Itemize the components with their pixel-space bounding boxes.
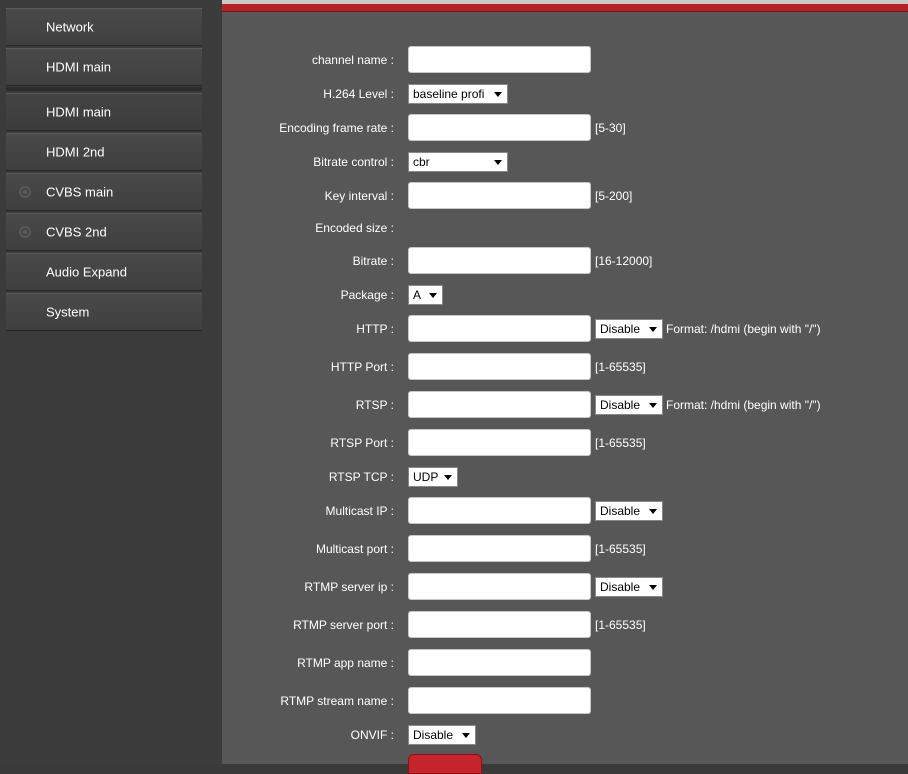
package-value: A: [413, 288, 422, 302]
rtmp-server-port-input[interactable]: [408, 611, 591, 638]
settings-panel: channel name : H.264 Level : baseline pr…: [222, 0, 908, 774]
h264-level-value: baseline profi: [413, 87, 485, 101]
rtsp-path-input[interactable]: [408, 391, 591, 418]
bitrate-input[interactable]: [408, 247, 591, 274]
sidebar-item-audio-expand[interactable]: Audio Expand: [6, 253, 202, 291]
onvif-value: Disable: [413, 728, 454, 742]
rtmp-server-ip-label: RTMP server ip :: [304, 580, 394, 594]
chevron-down-icon: [429, 293, 437, 298]
key-interval-label: Key interval :: [324, 189, 394, 203]
http-port-hint: [1-65535]: [595, 360, 646, 374]
bitrate-hint: [16-12000]: [595, 254, 653, 268]
chevron-down-icon: [649, 585, 657, 590]
multicast-enable-value: Disable: [600, 504, 641, 518]
rtmp-server-port-hint: [1-65535]: [595, 618, 646, 632]
onvif-select[interactable]: Disable: [408, 725, 476, 745]
encoding-frame-rate-input[interactable]: [408, 114, 591, 141]
chevron-down-icon: [649, 403, 657, 408]
bitrate-control-select[interactable]: cbr: [408, 152, 508, 172]
rtsp-enable-value: Disable: [600, 398, 641, 412]
rtmp-server-port-label: RTMP server port :: [293, 618, 394, 632]
rtmp-stream-name-label: RTMP stream name :: [280, 694, 394, 708]
package-select[interactable]: A: [408, 285, 443, 305]
http-enable-select[interactable]: Disable: [595, 319, 663, 339]
sidebar-item-hdmi-main[interactable]: HDMI main: [6, 93, 202, 131]
sidebar-item-label: System: [46, 304, 90, 320]
rtmp-enable-value: Disable: [600, 580, 641, 594]
encoding-frame-rate-hint: [5-30]: [595, 121, 626, 135]
encoding-frame-rate-label: Encoding frame rate :: [279, 121, 394, 135]
channel-name-input[interactable]: [408, 46, 591, 73]
onvif-label: ONVIF :: [350, 728, 394, 742]
multicast-port-label: Multicast port :: [315, 542, 394, 556]
rtmp-enable-select[interactable]: Disable: [595, 577, 663, 597]
sidebar-item-hdmi-2nd[interactable]: HDMI 2nd: [6, 133, 202, 171]
sidebar-item-cvbs-main[interactable]: CVBS main: [6, 173, 202, 211]
sidebar-item-system[interactable]: System: [6, 293, 202, 331]
chevron-down-icon: [494, 160, 502, 165]
rtsp-port-input[interactable]: [408, 429, 591, 456]
sidebar-divider: [6, 87, 202, 91]
bitrate-label: Bitrate :: [352, 254, 394, 268]
sidebar: Network HDMI main HDMI main HDMI 2nd CVB…: [0, 0, 222, 764]
rtmp-server-ip-input[interactable]: [408, 573, 591, 600]
http-port-label: HTTP Port :: [330, 360, 394, 374]
multicast-port-hint: [1-65535]: [595, 542, 646, 556]
rtmp-stream-name-input[interactable]: [408, 687, 591, 714]
http-path-input[interactable]: [408, 315, 591, 342]
rtsp-port-label: RTSP Port :: [330, 436, 394, 450]
multicast-ip-input[interactable]: [408, 497, 591, 524]
multicast-enable-select[interactable]: Disable: [595, 501, 663, 521]
rtsp-tcp-label: RTSP TCP :: [328, 470, 394, 484]
radio-icon: [19, 226, 31, 238]
bitrate-control-label: Bitrate control :: [313, 155, 394, 169]
encoded-size-label: Encoded size :: [315, 221, 394, 235]
rtsp-port-hint: [1-65535]: [595, 436, 646, 450]
http-port-input[interactable]: [408, 353, 591, 380]
multicast-ip-label: Multicast IP :: [325, 504, 394, 518]
sidebar-item-label: HDMI main: [46, 59, 112, 75]
sidebar-item-label: CVBS main: [46, 184, 114, 200]
sidebar-item-label: Audio Expand: [46, 264, 127, 280]
chevron-down-icon: [649, 509, 657, 514]
sidebar-item-label: Network: [46, 19, 94, 35]
channel-name-label: channel name :: [311, 53, 394, 67]
rtsp-label: RTSP :: [355, 398, 394, 412]
sidebar-item-label: HDMI main: [46, 104, 112, 120]
bitrate-control-value: cbr: [413, 155, 430, 169]
rtsp-tcp-value: UDP: [413, 470, 439, 484]
sidebar-item-label: HDMI 2nd: [46, 144, 105, 160]
multicast-port-input[interactable]: [408, 535, 591, 562]
rtsp-format-hint: Format: /hdmi (begin with "/"): [666, 398, 821, 412]
sidebar-item-cvbs-2nd[interactable]: CVBS 2nd: [6, 213, 202, 251]
http-label: HTTP :: [356, 322, 394, 336]
chevron-down-icon: [444, 475, 452, 480]
package-label: Package :: [340, 288, 394, 302]
radio-icon: [19, 186, 31, 198]
key-interval-input[interactable]: [408, 182, 591, 209]
h264-level-select[interactable]: baseline profi: [408, 84, 508, 104]
sidebar-item-network[interactable]: Network: [6, 8, 202, 46]
sidebar-item-hdmi-main-group[interactable]: HDMI main: [6, 48, 202, 86]
key-interval-hint: [5-200]: [595, 189, 633, 203]
top-accent-bar: [222, 0, 908, 12]
chevron-down-icon: [462, 733, 470, 738]
h264-level-label: H.264 Level :: [323, 87, 394, 101]
chevron-down-icon: [649, 327, 657, 332]
rtmp-app-name-label: RTMP app name :: [297, 656, 394, 670]
chevron-down-icon: [494, 92, 502, 97]
rtsp-tcp-select[interactable]: UDP: [408, 467, 458, 487]
http-format-hint: Format: /hdmi (begin with "/"): [666, 322, 821, 336]
rtsp-enable-select[interactable]: Disable: [595, 395, 663, 415]
rtmp-app-name-input[interactable]: [408, 649, 591, 676]
http-enable-value: Disable: [600, 322, 641, 336]
apply-button[interactable]: [408, 754, 482, 774]
sidebar-item-label: CVBS 2nd: [46, 224, 107, 240]
